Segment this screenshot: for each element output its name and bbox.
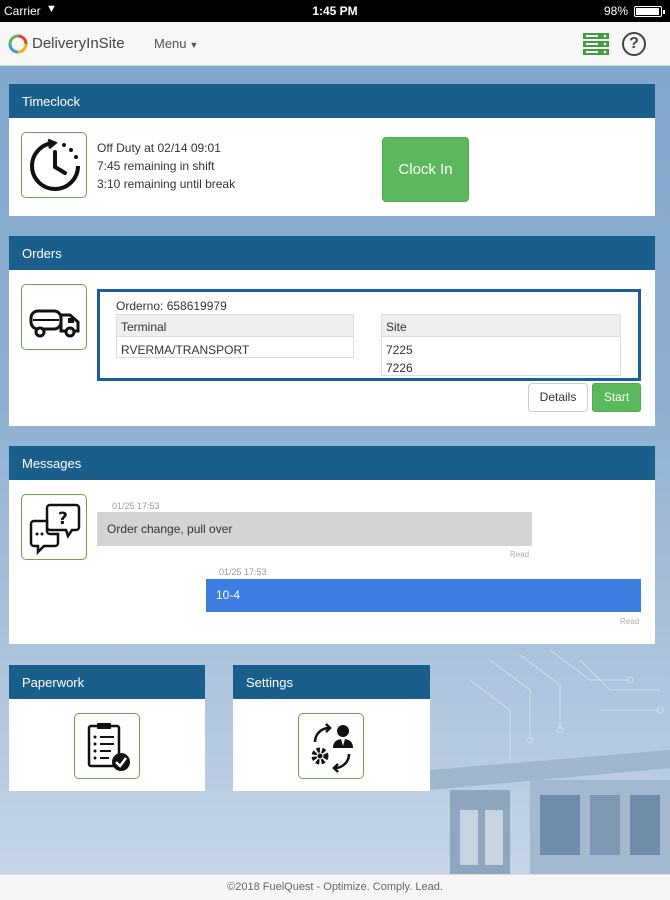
- shift-remaining-text: 7:45 remaining in shift: [97, 159, 215, 173]
- message-read-status: Read: [510, 550, 530, 559]
- off-duty-text: Off Duty at 02/14 09:01: [97, 141, 221, 155]
- details-button[interactable]: Details: [528, 383, 588, 412]
- message-timestamp: 01/25 17:53: [219, 567, 267, 577]
- timeclock-panel: Timeclock Off Duty at 02/14 09:01 7:45 r…: [9, 84, 655, 216]
- orders-title: Orders: [9, 236, 655, 270]
- terminal-header: Terminal: [117, 315, 353, 337]
- brand-name: DeliveryInSite: [32, 35, 125, 52]
- battery-percent: 98%: [603, 4, 628, 18]
- messages-title: Messages: [9, 446, 655, 480]
- paperwork-tile[interactable]: Paperwork: [9, 665, 205, 791]
- settings-title: Settings: [233, 665, 430, 699]
- messages-panel: Messages ? 01/25 17:53 Order change, pul…: [9, 446, 655, 644]
- app-logo-icon: [8, 34, 28, 54]
- site-header: Site: [382, 315, 620, 337]
- site-column: Site 7225 7226: [381, 314, 621, 376]
- status-bar: Carrier ▼ 1:45 PM 98%: [0, 0, 670, 22]
- clipboard-check-icon: [74, 713, 140, 779]
- paperwork-title: Paperwork: [9, 665, 205, 699]
- start-button[interactable]: Start: [592, 383, 641, 412]
- chat-question-icon: ?: [21, 494, 87, 560]
- top-navbar: DeliveryInSite Menu ▼ ?: [0, 22, 670, 66]
- incoming-message: Order change, pull over: [97, 512, 532, 546]
- clock-icon: [21, 132, 87, 198]
- terminal-value: RVERMA/TRANSPORT: [121, 343, 250, 357]
- order-number: Orderno: 658619979: [116, 299, 227, 313]
- site-value: 7226: [386, 361, 413, 375]
- truck-icon: [21, 284, 87, 350]
- message-timestamp: 01/25 17:53: [112, 501, 160, 511]
- terminal-column: Terminal RVERMA/TRANSPORT: [116, 314, 354, 358]
- footer: ©2018 FuelQuest - Optimize. Comply. Lead…: [0, 874, 670, 900]
- site-value: 7225: [386, 343, 413, 357]
- menu-dropdown[interactable]: Menu ▼: [154, 36, 198, 51]
- outgoing-message: 10-4: [206, 579, 641, 612]
- gas-station-background-image: [430, 650, 670, 875]
- svg-text:?: ?: [58, 509, 68, 529]
- user-gear-settings-icon: [298, 713, 364, 779]
- timeclock-status: Off Duty at 02/14 09:01 7:45 remaining i…: [97, 139, 235, 193]
- orders-panel: Orders Orderno: 658619979 Terminal RVERM…: [9, 236, 655, 426]
- battery-icon: [634, 6, 665, 17]
- site-values: 7225 7226: [382, 337, 620, 377]
- timeclock-title: Timeclock: [9, 84, 655, 118]
- menu-label: Menu: [154, 36, 187, 51]
- settings-tile[interactable]: Settings: [233, 665, 430, 791]
- clock-time: 1:45 PM: [312, 4, 358, 18]
- help-icon[interactable]: ?: [622, 32, 646, 56]
- caret-down-icon: ▼: [189, 40, 199, 50]
- break-remaining-text: 3:10 remaining until break: [97, 177, 236, 191]
- order-card[interactable]: Orderno: 658619979 Terminal RVERMA/TRANS…: [97, 289, 641, 381]
- server-status-icon[interactable]: [582, 32, 610, 56]
- message-read-status: Read: [620, 617, 640, 626]
- clock-in-button[interactable]: Clock In: [382, 137, 469, 202]
